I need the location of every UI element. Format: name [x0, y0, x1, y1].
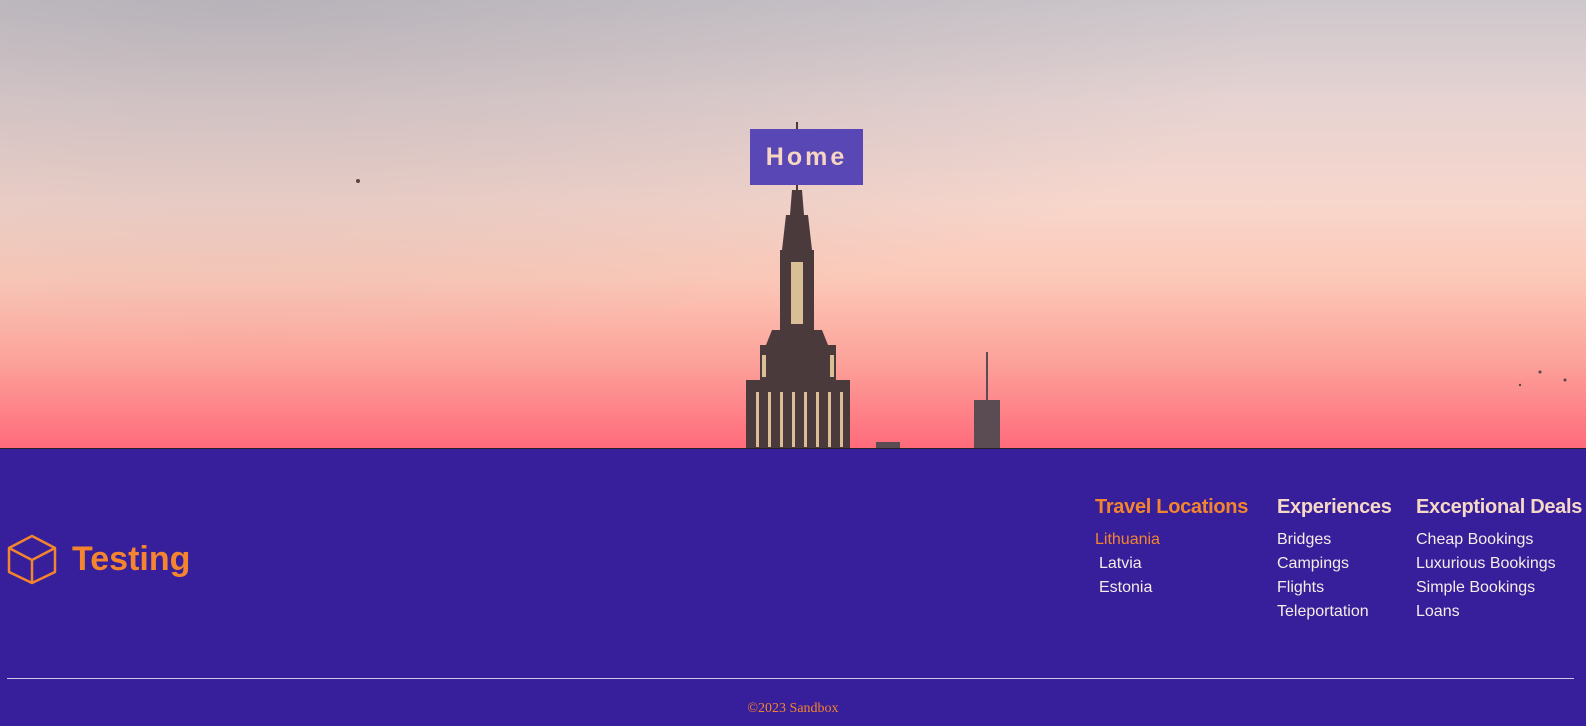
footer-link-campings[interactable]: Campings [1277, 552, 1392, 576]
footer-divider [7, 678, 1574, 679]
footer-column-travel-locations: Travel Locations Lithuania Latvia Estoni… [1095, 496, 1248, 600]
copyright-text: ©2023 Sandbox [747, 701, 839, 716]
footer-column-experiences: Experiences Bridges Campings Flights Tel… [1277, 496, 1392, 624]
footer-link-latvia[interactable]: Latvia [1095, 552, 1248, 576]
footer-link-loans[interactable]: Loans [1416, 600, 1582, 624]
footer-link-teleportation[interactable]: Teleportation [1277, 600, 1392, 624]
hero-banner: Home [0, 0, 1586, 449]
footer-brand[interactable]: Testing [6, 533, 190, 585]
column-title-experiences[interactable]: Experiences [1277, 496, 1392, 519]
footer-link-lithuania[interactable]: Lithuania [1095, 528, 1248, 552]
footer-link-bridges[interactable]: Bridges [1277, 528, 1392, 552]
cube-icon [7, 534, 57, 585]
home-badge[interactable]: Home [750, 129, 863, 185]
site-footer: Testing Travel Locations Lithuania Latvi… [0, 449, 1586, 726]
footer-link-simple-bookings[interactable]: Simple Bookings [1416, 576, 1582, 600]
column-title-exceptional-deals[interactable]: Exceptional Deals [1416, 496, 1582, 519]
footer-link-luxurious-bookings[interactable]: Luxurious Bookings [1416, 552, 1582, 576]
brand-name: Testing [72, 539, 191, 578]
footer-link-cheap-bookings[interactable]: Cheap Bookings [1416, 528, 1582, 552]
city-skyline-image [356, 122, 1567, 448]
footer-link-flights[interactable]: Flights [1277, 576, 1392, 600]
footer-column-exceptional-deals: Exceptional Deals Cheap Bookings Luxurio… [1416, 496, 1582, 624]
column-title-travel-locations[interactable]: Travel Locations [1095, 496, 1248, 519]
footer-link-estonia[interactable]: Estonia [1095, 576, 1248, 600]
